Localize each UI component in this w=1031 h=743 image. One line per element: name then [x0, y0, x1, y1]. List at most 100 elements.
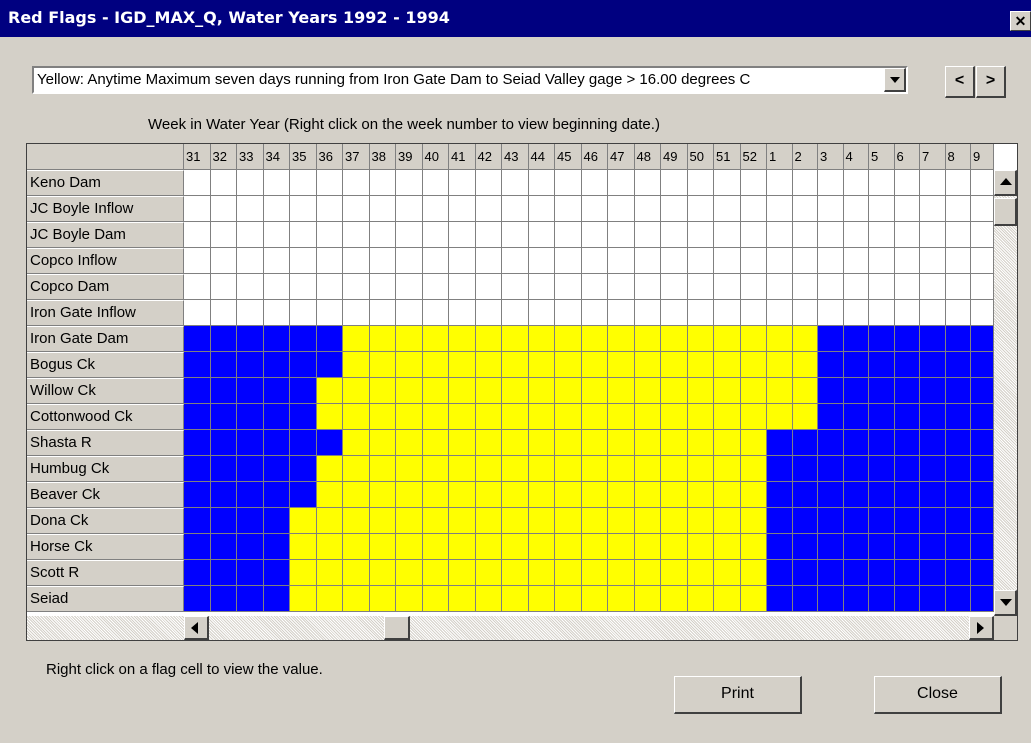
- flag-cell[interactable]: [502, 378, 529, 404]
- flag-cell[interactable]: [869, 248, 895, 274]
- flag-cell[interactable]: [555, 560, 582, 586]
- flag-cell[interactable]: [608, 196, 635, 222]
- flag-cell[interactable]: [528, 248, 555, 274]
- flag-cell[interactable]: [740, 248, 767, 274]
- flag-cell[interactable]: [767, 534, 793, 560]
- flag-cell[interactable]: [316, 352, 343, 378]
- flag-cell[interactable]: [343, 404, 370, 430]
- week-header[interactable]: 8: [945, 144, 971, 170]
- flag-cell[interactable]: [843, 352, 869, 378]
- flag-cell[interactable]: [818, 404, 844, 430]
- flag-cell[interactable]: [581, 222, 608, 248]
- flag-cell[interactable]: [608, 430, 635, 456]
- flag-cell[interactable]: [422, 404, 449, 430]
- window-close-button[interactable]: ✕: [1010, 11, 1031, 31]
- flag-cell[interactable]: [316, 430, 343, 456]
- flag-cell[interactable]: [343, 274, 370, 300]
- flag-cell[interactable]: [634, 456, 661, 482]
- flag-cell[interactable]: [343, 248, 370, 274]
- flag-cell[interactable]: [869, 378, 895, 404]
- flag-cell[interactable]: [818, 352, 844, 378]
- print-button[interactable]: Print: [674, 676, 802, 714]
- flag-cell[interactable]: [894, 378, 920, 404]
- flag-cell[interactable]: [528, 274, 555, 300]
- flag-cell[interactable]: [792, 534, 818, 560]
- flag-cell[interactable]: [237, 300, 264, 326]
- flag-cell[interactable]: [316, 482, 343, 508]
- flag-cell[interactable]: [528, 482, 555, 508]
- flag-cell[interactable]: [714, 560, 741, 586]
- flag-cell[interactable]: [869, 508, 895, 534]
- flag-cell[interactable]: [740, 196, 767, 222]
- flag-cell[interactable]: [184, 508, 211, 534]
- flag-cell[interactable]: [608, 534, 635, 560]
- flag-cell[interactable]: [714, 430, 741, 456]
- flag-cell[interactable]: [661, 482, 688, 508]
- flag-cell[interactable]: [608, 326, 635, 352]
- flag-cell[interactable]: [316, 170, 343, 196]
- flag-cell[interactable]: [502, 508, 529, 534]
- flag-cell[interactable]: [290, 222, 317, 248]
- flag-cell[interactable]: [945, 560, 971, 586]
- flag-cell[interactable]: [661, 196, 688, 222]
- flag-cell[interactable]: [290, 586, 317, 612]
- flag-cell[interactable]: [581, 456, 608, 482]
- flag-cell[interactable]: [237, 196, 264, 222]
- week-header[interactable]: 43: [502, 144, 529, 170]
- flag-cell[interactable]: [343, 430, 370, 456]
- flag-cell[interactable]: [290, 560, 317, 586]
- flag-cell[interactable]: [555, 326, 582, 352]
- flag-cell[interactable]: [184, 378, 211, 404]
- flag-cell[interactable]: [528, 352, 555, 378]
- flag-cell[interactable]: [449, 352, 476, 378]
- flag-cell[interactable]: [316, 404, 343, 430]
- flag-cell[interactable]: [502, 352, 529, 378]
- flag-cell[interactable]: [767, 482, 793, 508]
- flag-cell[interactable]: [316, 560, 343, 586]
- flag-cell[interactable]: [945, 508, 971, 534]
- flag-cell[interactable]: [740, 352, 767, 378]
- flag-cell[interactable]: [290, 170, 317, 196]
- flag-cell[interactable]: [971, 326, 994, 352]
- flag-cell[interactable]: [581, 196, 608, 222]
- flag-cell[interactable]: [740, 404, 767, 430]
- flag-cell[interactable]: [184, 586, 211, 612]
- flag-cell[interactable]: [210, 378, 237, 404]
- flag-cell[interactable]: [608, 456, 635, 482]
- flag-cell[interactable]: [422, 508, 449, 534]
- flag-cell[interactable]: [634, 300, 661, 326]
- flag-cell[interactable]: [449, 430, 476, 456]
- flag-cell[interactable]: [449, 560, 476, 586]
- flag-cell[interactable]: [740, 456, 767, 482]
- week-header[interactable]: 32: [210, 144, 237, 170]
- flag-cell[interactable]: [869, 352, 895, 378]
- flag-cell[interactable]: [449, 326, 476, 352]
- flag-cell[interactable]: [608, 170, 635, 196]
- flag-cell[interactable]: [422, 586, 449, 612]
- flag-cell[interactable]: [316, 326, 343, 352]
- flag-cell[interactable]: [316, 534, 343, 560]
- flag-cell[interactable]: [369, 378, 396, 404]
- flag-cell[interactable]: [528, 170, 555, 196]
- flag-cell[interactable]: [210, 300, 237, 326]
- flag-cell[interactable]: [920, 456, 946, 482]
- flag-cell[interactable]: [343, 300, 370, 326]
- flag-cell[interactable]: [449, 222, 476, 248]
- flag-cell[interactable]: [396, 404, 423, 430]
- flag-cell[interactable]: [661, 534, 688, 560]
- flag-cell[interactable]: [792, 378, 818, 404]
- flag-cell[interactable]: [210, 456, 237, 482]
- flag-cell[interactable]: [869, 430, 895, 456]
- flag-cell[interactable]: [843, 508, 869, 534]
- flag-cell[interactable]: [661, 352, 688, 378]
- flag-cell[interactable]: [210, 170, 237, 196]
- flag-cell[interactable]: [767, 326, 793, 352]
- flag-cell[interactable]: [818, 534, 844, 560]
- flag-cell[interactable]: [290, 248, 317, 274]
- flag-cell[interactable]: [869, 534, 895, 560]
- flag-cell[interactable]: [740, 586, 767, 612]
- flag-cell[interactable]: [818, 430, 844, 456]
- flag-cell[interactable]: [971, 404, 994, 430]
- criterion-dropdown[interactable]: Yellow: Anytime Maximum seven days runni…: [32, 66, 908, 94]
- flag-cell[interactable]: [263, 404, 290, 430]
